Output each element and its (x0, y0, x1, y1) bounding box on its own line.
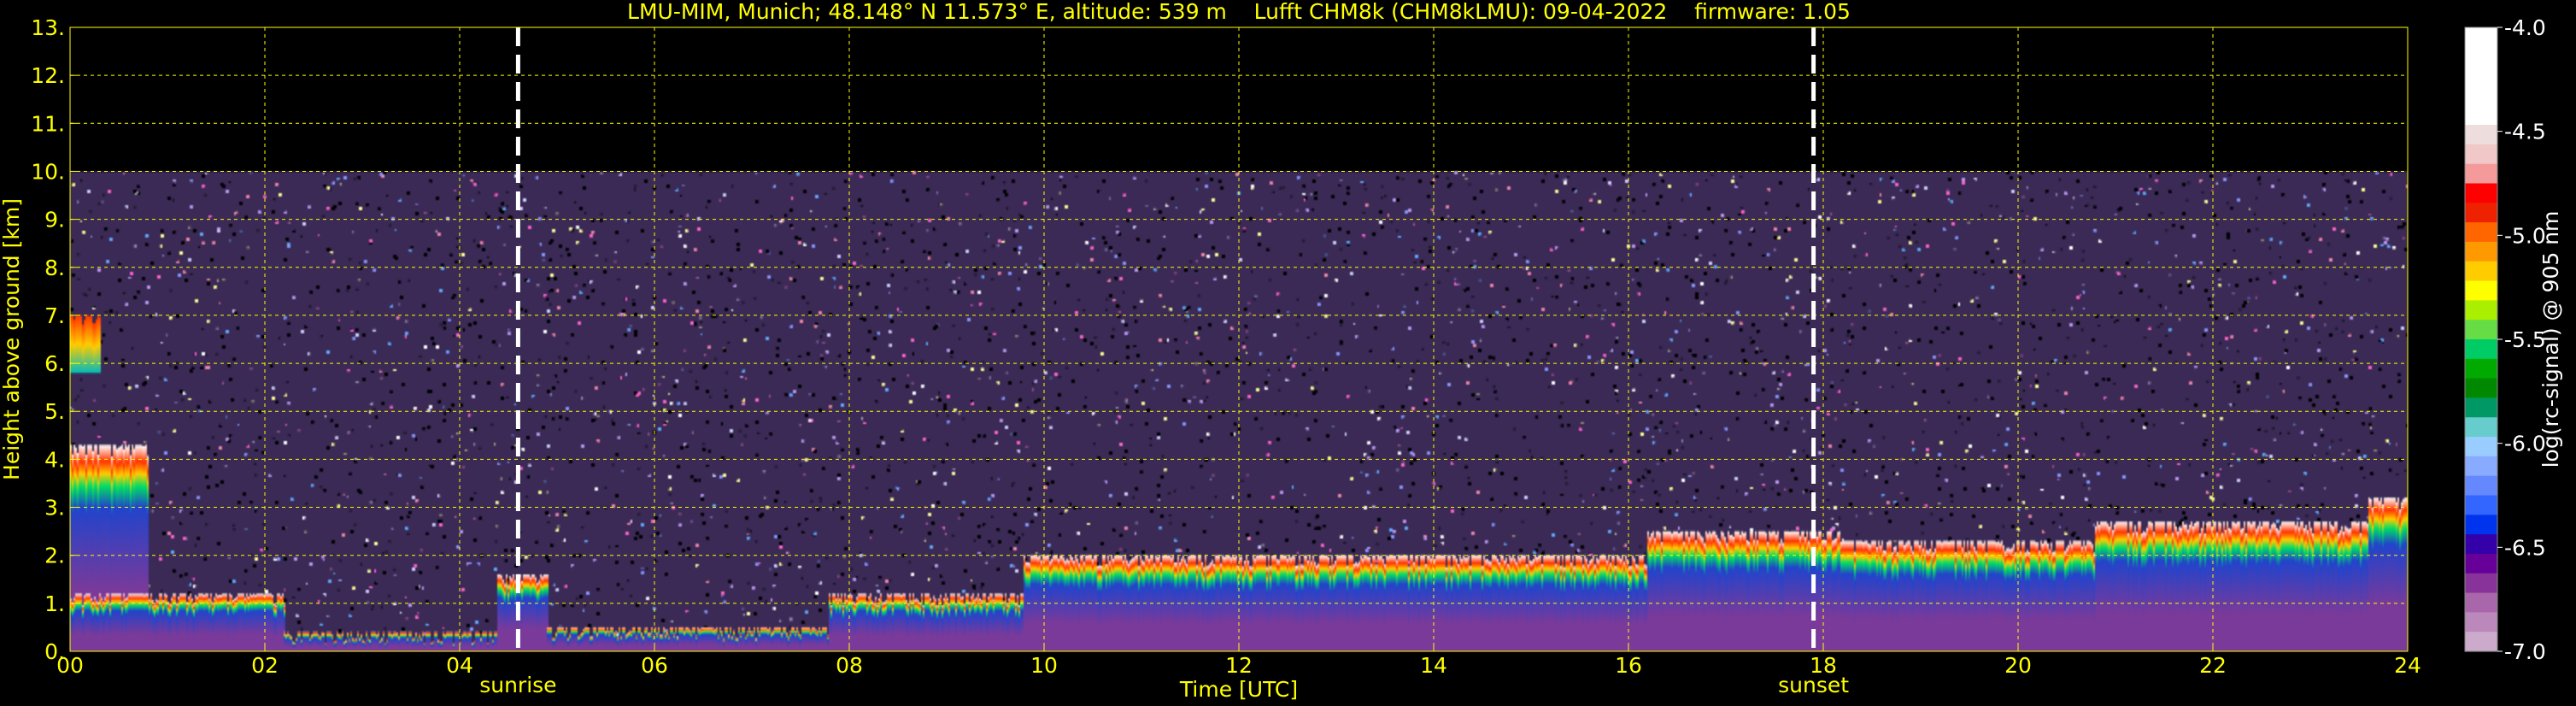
colorbar-swatch (2465, 66, 2497, 87)
y-tick-label: 3. (44, 496, 65, 521)
colorbar-swatch (2465, 105, 2497, 126)
y-tick-label: 6. (44, 351, 65, 376)
colorbar-swatch (2465, 397, 2497, 418)
colorbar-swatch (2465, 183, 2497, 203)
y-tick-label: 5. (44, 399, 65, 424)
chart-svg: sunrise sunset 00 02 04 06 08 10 12 14 16 18 20 22 24… (0, 0, 2563, 702)
colorbar-swatch (2465, 475, 2497, 497)
colorbar-swatch (2465, 203, 2497, 223)
y-tick-label: 0. (44, 639, 65, 664)
y-tick-label: 11. (31, 111, 65, 136)
colorbar-swatch (2465, 534, 2497, 555)
ceilometer-chart: sunrise sunset 00 02 04 06 08 10 12 14 16 18 20 22 24… (0, 0, 2576, 706)
colorbar-swatch (2465, 27, 2497, 48)
colorbar-swatch (2465, 280, 2497, 301)
colorbar-swatch (2465, 320, 2497, 340)
x-tick-label: 16 (1615, 653, 1642, 678)
y-tick-label: 10. (31, 159, 65, 184)
colorbar-swatch (2465, 261, 2497, 282)
x-axis-label: Time [UTC] (1179, 677, 1298, 702)
x-tick-label: 24 (2394, 653, 2421, 678)
y-tick-label: 1. (44, 591, 65, 616)
sunrise-label: sunrise (479, 673, 556, 697)
x-tick-label: 02 (251, 653, 279, 678)
y-tick-label: 9. (44, 208, 65, 232)
colorbar-swatch (2465, 437, 2497, 457)
y-tick-label: 13. (31, 15, 65, 40)
colorbar-swatch (2465, 632, 2497, 652)
x-tick-label: 20 (2004, 653, 2032, 678)
colorbar-swatch (2465, 573, 2497, 594)
y-axis-label: Height above ground [km] (0, 198, 24, 480)
colorbar-tick-label: -4.5 (2504, 120, 2546, 144)
colorbar-swatch (2465, 163, 2497, 185)
colorbar-swatch (2465, 378, 2497, 399)
x-tick-label: 04 (446, 653, 473, 678)
colorbar-swatch (2465, 241, 2497, 262)
colorbar-swatch (2465, 358, 2497, 379)
colorbar-swatch (2465, 612, 2497, 632)
colorbar-swatch (2465, 46, 2497, 68)
y-tick-label: 8. (44, 256, 65, 280)
x-tick-label: 12 (1225, 653, 1253, 678)
x-tick-label: 10 (1030, 653, 1058, 678)
x-tick-label: 22 (2199, 653, 2227, 678)
backscatter-heatmap (70, 27, 2408, 651)
colorbar: -4.0-4.5-5.0-5.5-6.0-6.5-7.0 (2464, 15, 2546, 664)
colorbar-swatch (2465, 144, 2497, 165)
colorbar-swatch (2465, 339, 2497, 360)
x-tick-label: 06 (641, 653, 668, 678)
x-tick-label: 18 (1810, 653, 1837, 678)
colorbar-swatch (2465, 495, 2497, 515)
colorbar-tick-label: -4.0 (2504, 15, 2546, 40)
colorbar-swatch (2465, 222, 2497, 243)
colorbar-swatch (2465, 300, 2497, 321)
colorbar-swatch (2465, 456, 2497, 477)
colorbar-swatch (2465, 85, 2497, 106)
colorbar-swatch (2465, 553, 2497, 574)
colorbar-swatch (2465, 125, 2497, 145)
colorbar-tick-label: -7.0 (2504, 639, 2546, 664)
colorbar-swatch (2465, 417, 2497, 438)
y-tick-label: 7. (44, 303, 65, 328)
y-tick-label: 12. (31, 63, 65, 88)
y-tick-label: 2. (44, 544, 65, 568)
colorbar-label: log(rc-signal) @ 905 nm (2538, 211, 2563, 468)
colorbar-swatch (2465, 515, 2497, 535)
chart-title: LMU-MIM, Munich; 48.148° N 11.573° E, al… (627, 0, 1851, 24)
x-tick-label: 14 (1420, 653, 1447, 678)
y-tick-label: 4. (44, 447, 65, 472)
colorbar-swatch (2465, 592, 2497, 613)
x-tick-label: 08 (836, 653, 863, 678)
colorbar-tick-label: -6.5 (2504, 535, 2546, 560)
